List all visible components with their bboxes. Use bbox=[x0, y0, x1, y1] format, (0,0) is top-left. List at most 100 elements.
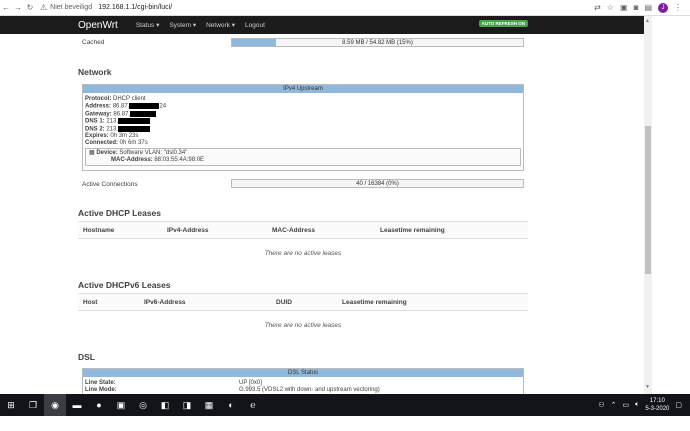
expires-value: 0h 3m 23s bbox=[110, 133, 139, 140]
chrome-icon[interactable]: ◉ bbox=[44, 394, 66, 416]
dsl-title: DSL bbox=[78, 352, 95, 362]
address-suffix: 24 bbox=[159, 103, 167, 110]
dhcp-col-hostname: Hostname bbox=[83, 227, 115, 234]
scroll-down-icon[interactable]: ▼ bbox=[645, 384, 650, 390]
address-value: 86.87. bbox=[112, 103, 130, 110]
line-state-label: Line State: bbox=[85, 380, 116, 386]
menu-system[interactable]: System ▾ bbox=[169, 21, 196, 29]
star-icon[interactable]: ☆ bbox=[607, 3, 614, 12]
dhcp-col-leasetime: Leasetime remaining bbox=[380, 227, 445, 234]
network-icon[interactable]: ▭ bbox=[623, 401, 630, 409]
app2-icon[interactable]: ▦ bbox=[198, 394, 220, 416]
dhcp-title: Active DHCP Leases bbox=[78, 208, 161, 218]
menu-logout[interactable]: Logout bbox=[245, 22, 265, 29]
outlook-icon[interactable]: ◨ bbox=[176, 394, 198, 416]
cached-label: Cached bbox=[82, 39, 105, 46]
dns2-label: DNS 2: bbox=[85, 126, 105, 133]
device-info: ▦ Device: Software VLAN: "dsl0.34" MAC-A… bbox=[85, 148, 521, 166]
forward-icon[interactable]: → bbox=[12, 3, 24, 12]
firefox-icon[interactable]: ● bbox=[88, 394, 110, 416]
dhcpv6-col-leasetime: Leasetime remaining bbox=[342, 299, 407, 306]
dhcpv6-table-header: Host IPv6-Address DUID Leasetime remaini… bbox=[78, 293, 528, 311]
dhcpv6-col-duid: DUID bbox=[276, 299, 292, 306]
ethernet-icon: ▦ bbox=[89, 150, 95, 156]
url-text[interactable]: 192.168.1.1/cgi-bin/luci/ bbox=[98, 4, 172, 11]
dhcp-empty-message: There are no active leases bbox=[264, 250, 342, 257]
protocol-label: Protocol: bbox=[85, 96, 112, 102]
ipv4-header: IPv4 Upstream bbox=[83, 85, 523, 93]
notification-icon[interactable]: ▢ bbox=[675, 401, 682, 409]
expires-label: Expires: bbox=[85, 133, 109, 140]
dhcpv6-col-ipv6: IPv6-Address bbox=[144, 299, 186, 306]
file-explorer-icon[interactable]: ▬ bbox=[66, 394, 88, 416]
reload-icon[interactable]: ↻ bbox=[24, 3, 36, 12]
chevron-up-icon[interactable]: ⌃ bbox=[611, 401, 617, 409]
warning-icon[interactable]: ⚠ bbox=[40, 3, 47, 12]
dhcp-col-ipv4: IPv4-Address bbox=[167, 227, 209, 234]
device-value: Software VLAN: "dsl0.34" bbox=[119, 150, 188, 156]
address-bar[interactable]: ⚠ Niet beveiligd 192.168.1.1/cgi-bin/luc… bbox=[40, 3, 172, 12]
back-icon[interactable]: ← bbox=[0, 3, 12, 12]
dsl-header: DSL Status bbox=[83, 369, 523, 377]
gateway-label: Gateway: bbox=[85, 111, 112, 118]
camera-icon[interactable]: ◙ bbox=[634, 3, 639, 12]
clock-date: 5-3-2020 bbox=[645, 406, 670, 412]
dhcpv6-empty-message: There are no active leases bbox=[264, 322, 342, 329]
cached-bar: 8.59 MB / 54.82 MB (15%) bbox=[231, 38, 524, 47]
line-mode-value: G.993.5 (VDSL2 with down- and upstream v… bbox=[239, 386, 380, 393]
system-clock[interactable]: 17:10 5-3-2020 bbox=[645, 397, 669, 413]
redaction bbox=[129, 103, 160, 109]
autorefresh-badge[interactable]: AUTO REFRESH ON bbox=[478, 20, 528, 27]
protocol-value: DHCP client bbox=[113, 96, 146, 102]
spotify-icon[interactable]: ◎ bbox=[132, 394, 154, 416]
address-label: Address: bbox=[85, 103, 112, 110]
app-icon[interactable]: ▣ bbox=[110, 394, 132, 416]
dhcp-col-mac: MAC-Address bbox=[272, 227, 315, 234]
gateway-value: 86.87. bbox=[113, 111, 131, 118]
active-connections-label: Active Connections bbox=[82, 181, 138, 188]
mac-value: 88:03:55:4A:98:0E bbox=[154, 157, 205, 163]
security-label: Niet beveiligd bbox=[50, 4, 93, 11]
network-title: Network bbox=[78, 67, 112, 77]
page-scrollbar[interactable]: ▲ ▼ bbox=[644, 16, 652, 394]
windows-taskbar: ⊞ ❐ ◉ ▬ ● ▣ ◎ ◧ ◨ ▦ ◐ ℮ ⚇ ⌃ ▭ 🔈︎ 17:10 5… bbox=[0, 394, 690, 416]
app3-icon[interactable]: ◐ bbox=[220, 394, 242, 416]
mac-label: MAC-Address: bbox=[111, 157, 153, 163]
dhcpv6-col-host: Host bbox=[83, 299, 98, 306]
redaction bbox=[118, 118, 151, 125]
page-bottom-margin bbox=[0, 416, 690, 431]
active-connections-value: 40 / 16384 (0%) bbox=[356, 181, 399, 187]
profile-avatar[interactable]: J bbox=[658, 2, 668, 13]
dns1-value: 213. bbox=[106, 118, 119, 125]
browser-toolbar: ← → ↻ ⚠ Niet beveiligd 192.168.1.1/cgi-b… bbox=[0, 0, 690, 16]
device-label: Device: bbox=[96, 150, 118, 156]
redaction bbox=[130, 110, 157, 117]
dhcp-table-header: Hostname IPv4-Address MAC-Address Leaset… bbox=[78, 221, 528, 239]
translate-icon[interactable]: ⇄ bbox=[594, 3, 601, 12]
dns2-value: 213. bbox=[106, 126, 119, 133]
cached-value: 8.59 MB / 54.82 MB (15%) bbox=[342, 40, 413, 46]
extension2-icon[interactable]: ▤ bbox=[644, 3, 652, 12]
connected-label: Connected: bbox=[85, 140, 118, 147]
start-icon[interactable]: ⊞ bbox=[0, 394, 22, 416]
dns1-label: DNS 1: bbox=[85, 118, 105, 125]
ipv4-upstream-panel: IPv4 Upstream Protocol: DHCP client Addr… bbox=[82, 84, 524, 171]
task-view-icon[interactable]: ❐ bbox=[22, 394, 44, 416]
openwrt-navbar: OpenWrt Status ▾ System ▾ Network ▾ Logo… bbox=[0, 16, 644, 34]
menu-network[interactable]: Network ▾ bbox=[206, 21, 235, 29]
extension-icon[interactable]: ▣ bbox=[620, 3, 628, 12]
scroll-thumb[interactable] bbox=[645, 126, 651, 274]
scroll-up-icon[interactable]: ▲ bbox=[645, 18, 650, 24]
volume-icon[interactable]: 🔈︎ bbox=[635, 401, 639, 409]
edge-icon[interactable]: ℮ bbox=[242, 394, 264, 416]
people-icon[interactable]: ⚇ bbox=[598, 401, 604, 409]
menu-status[interactable]: Status ▾ bbox=[136, 21, 160, 29]
connected-value: 0h 6m 37s bbox=[119, 140, 148, 147]
menu-icon[interactable]: ⋮ bbox=[674, 3, 682, 12]
dhcpv6-title: Active DHCPv6 Leases bbox=[78, 280, 171, 290]
clock-time: 17:10 bbox=[649, 398, 665, 404]
line-mode-label: Line Mode: bbox=[85, 386, 117, 393]
brand-logo[interactable]: OpenWrt bbox=[78, 20, 118, 31]
redaction bbox=[118, 125, 151, 132]
onenote-icon[interactable]: ◧ bbox=[154, 394, 176, 416]
